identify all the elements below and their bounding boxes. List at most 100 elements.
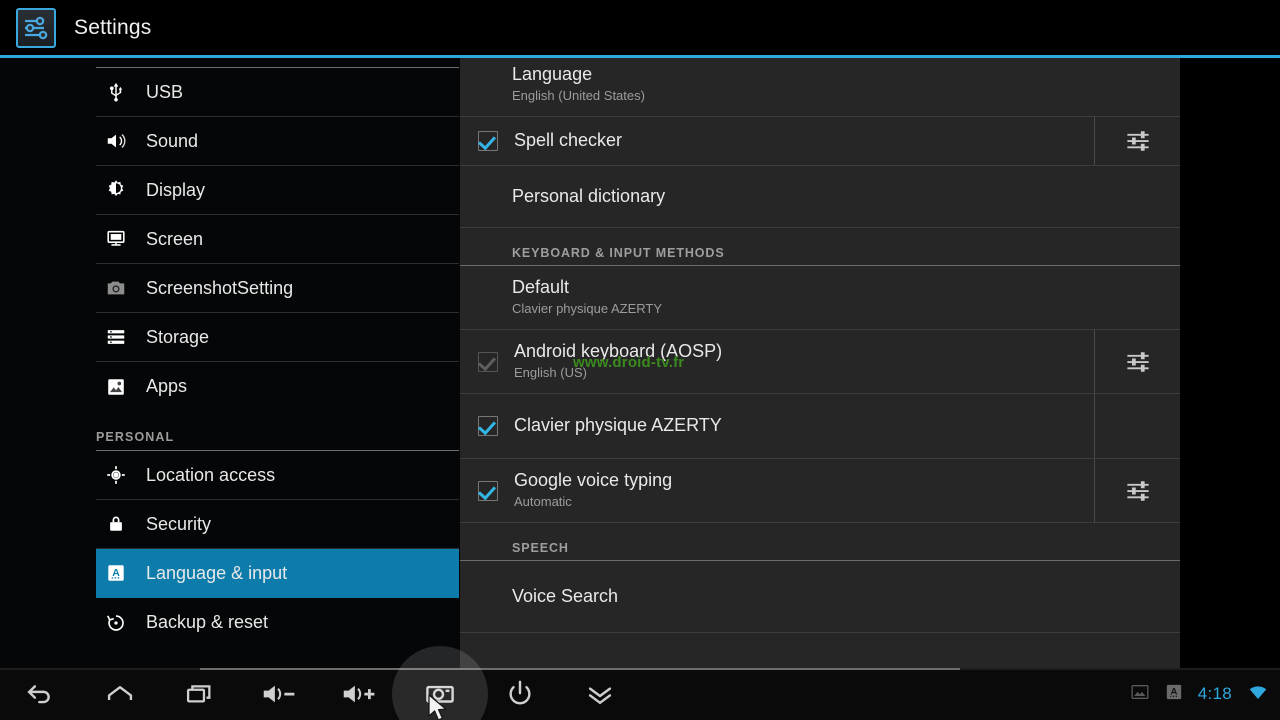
spell-checker-checkbox[interactable] bbox=[478, 131, 498, 151]
google-voice-typing-checkbox[interactable] bbox=[478, 480, 498, 501]
row-title: Clavier physique AZERTY bbox=[514, 415, 722, 435]
row-clavier-physique-azerty[interactable]: Clavier physique AZERTY bbox=[460, 394, 1180, 459]
section-keyboard-input-methods: KEYBOARD & INPUT METHODS bbox=[460, 228, 1180, 266]
sidebar-section-label: PERSONAL bbox=[96, 430, 175, 444]
volume-up-icon bbox=[343, 685, 375, 703]
row-subtitle: Clavier physique AZERTY bbox=[512, 301, 663, 316]
home-button[interactable] bbox=[80, 668, 160, 720]
row-default-keyboard[interactable]: Default Clavier physique AZERTY bbox=[460, 266, 1180, 330]
recents-button[interactable] bbox=[160, 668, 240, 720]
clavier-physique-azerty-checkbox[interactable] bbox=[478, 416, 498, 436]
row-language[interactable]: Language English (United States) bbox=[460, 58, 1180, 117]
sidebar-item-apps[interactable]: Apps bbox=[96, 362, 459, 411]
google-voice-typing-settings-button[interactable] bbox=[1094, 459, 1180, 522]
section-speech: SPEECH bbox=[460, 523, 1180, 561]
sidebar-item-usb[interactable]: USB bbox=[96, 68, 459, 117]
android-settings-screen: Settings USB Sound Display Screen Screen… bbox=[0, 0, 1280, 720]
row-title: Android keyboard (AOSP) bbox=[514, 341, 723, 361]
status-area[interactable]: A 4:18 bbox=[1130, 668, 1270, 720]
image-icon[interactable] bbox=[1130, 682, 1150, 707]
sidebar-section-personal: PERSONAL bbox=[96, 411, 459, 451]
language-a-icon: A bbox=[104, 561, 128, 585]
sidebar-item-screen[interactable]: Screen bbox=[96, 215, 459, 264]
row-subtitle: Automatic bbox=[514, 494, 572, 509]
display-brightness-icon bbox=[104, 178, 128, 202]
row-personal-dictionary[interactable]: Personal dictionary bbox=[460, 166, 1180, 228]
sidebar-item-label: ScreenshotSetting bbox=[146, 277, 294, 298]
power-button[interactable] bbox=[480, 668, 560, 720]
row-divider-bar bbox=[1094, 394, 1180, 458]
sidebar-item-label: Display bbox=[146, 179, 206, 200]
status-clock: 4:18 bbox=[1197, 684, 1232, 703]
system-navigation-bar[interactable]: A 4:18 bbox=[0, 646, 1280, 720]
lock-icon bbox=[104, 512, 128, 536]
sidebar-item-label: Apps bbox=[146, 376, 188, 396]
volume-down-icon bbox=[263, 685, 295, 703]
sliders-settings-icon bbox=[1126, 480, 1149, 501]
sliders-settings-icon bbox=[1126, 351, 1149, 372]
sidebar-item-label: Sound bbox=[146, 130, 199, 151]
row-subtitle: English (United States) bbox=[512, 88, 645, 103]
apps-image-icon bbox=[104, 375, 128, 399]
sidebar-item-screenshotsetting[interactable]: ScreenshotSetting bbox=[96, 264, 459, 313]
storage-icon bbox=[104, 325, 128, 349]
keyboard-a-icon[interactable]: A bbox=[1164, 682, 1184, 707]
volume-up-button[interactable] bbox=[320, 668, 400, 720]
sidebar-item-sound[interactable]: Sound bbox=[96, 117, 459, 166]
spell-checker-settings-button[interactable] bbox=[1094, 117, 1180, 165]
back-button[interactable] bbox=[0, 668, 80, 720]
row-title: Personal dictionary bbox=[512, 185, 666, 206]
keyboard-a-icon-glyph: A bbox=[1166, 684, 1181, 699]
usb-icon bbox=[104, 80, 128, 104]
collapse-chevrons-icon bbox=[588, 687, 612, 704]
monitor-icon bbox=[104, 227, 128, 251]
sidebar-item-storage[interactable]: Storage bbox=[96, 313, 459, 362]
sidebar-item-label: Screen bbox=[146, 228, 204, 249]
recents-icon bbox=[186, 685, 211, 703]
sidebar-item-label: Location access bbox=[146, 464, 276, 485]
image-icon-glyph bbox=[1131, 684, 1149, 699]
android-keyboard-aosp-checkbox bbox=[478, 351, 498, 372]
back-icon bbox=[27, 685, 50, 704]
sidebar-item-label: USB bbox=[146, 81, 184, 102]
sidebar-item-security[interactable]: Security bbox=[96, 500, 459, 549]
row-title: Google voice typing bbox=[514, 470, 673, 490]
wifi-icon[interactable] bbox=[1246, 681, 1270, 708]
sidebar-item-location-access[interactable]: Location access bbox=[96, 451, 459, 500]
row-android-keyboard-aosp[interactable]: Android keyboard (AOSP) English (US) bbox=[460, 330, 1180, 394]
body-area: USB Sound Display Screen ScreenshotSetti… bbox=[0, 58, 1280, 668]
section-label: KEYBOARD & INPUT METHODS bbox=[512, 246, 725, 260]
section-label: SPEECH bbox=[512, 541, 569, 555]
row-google-voice-typing[interactable]: Google voice typing Automatic bbox=[460, 459, 1180, 523]
sidebar-item-backup-and-reset[interactable]: Backup & reset bbox=[96, 598, 459, 647]
row-title: Spell checker bbox=[514, 130, 623, 150]
sidebar-item-language-and-input[interactable]: A Language & input bbox=[96, 549, 459, 598]
wifi-icon-glyph bbox=[1249, 685, 1267, 699]
android-keyboard-aosp-settings-button[interactable] bbox=[1094, 330, 1180, 393]
settings-sliders-icon bbox=[16, 7, 56, 48]
sidebar-item-label: Backup & reset bbox=[146, 612, 269, 632]
sidebar-top-rule bbox=[96, 58, 459, 68]
page-title: Settings bbox=[74, 15, 152, 39]
sidebar-item-display[interactable]: Display bbox=[96, 166, 459, 215]
location-crosshair-icon bbox=[104, 463, 128, 487]
hide-navbar-button[interactable] bbox=[560, 668, 640, 720]
row-title: Default bbox=[512, 277, 570, 297]
row-spell-checker[interactable]: Spell checker bbox=[460, 117, 1180, 166]
home-icon bbox=[107, 685, 133, 700]
backup-reset-icon bbox=[104, 611, 128, 635]
row-voice-search[interactable]: Voice Search bbox=[460, 561, 1180, 633]
power-icon bbox=[509, 680, 531, 705]
volume-down-button[interactable] bbox=[240, 668, 320, 720]
sidebar-item-label: Language & input bbox=[146, 562, 288, 583]
settings-sidebar[interactable]: USB Sound Display Screen ScreenshotSetti… bbox=[0, 58, 460, 668]
sidebar-item-label: Security bbox=[146, 513, 212, 534]
sliders-settings-icon bbox=[1126, 131, 1149, 151]
row-subtitle: English (US) bbox=[514, 365, 587, 380]
sound-icon bbox=[104, 129, 128, 153]
mouse-cursor bbox=[428, 694, 454, 720]
row-title: Voice Search bbox=[512, 585, 619, 606]
row-title: Language bbox=[512, 64, 593, 84]
language-and-input-panel[interactable]: www.droid-tv.fr Language English (United… bbox=[460, 58, 1180, 668]
title-bar: Settings bbox=[0, 0, 1280, 55]
